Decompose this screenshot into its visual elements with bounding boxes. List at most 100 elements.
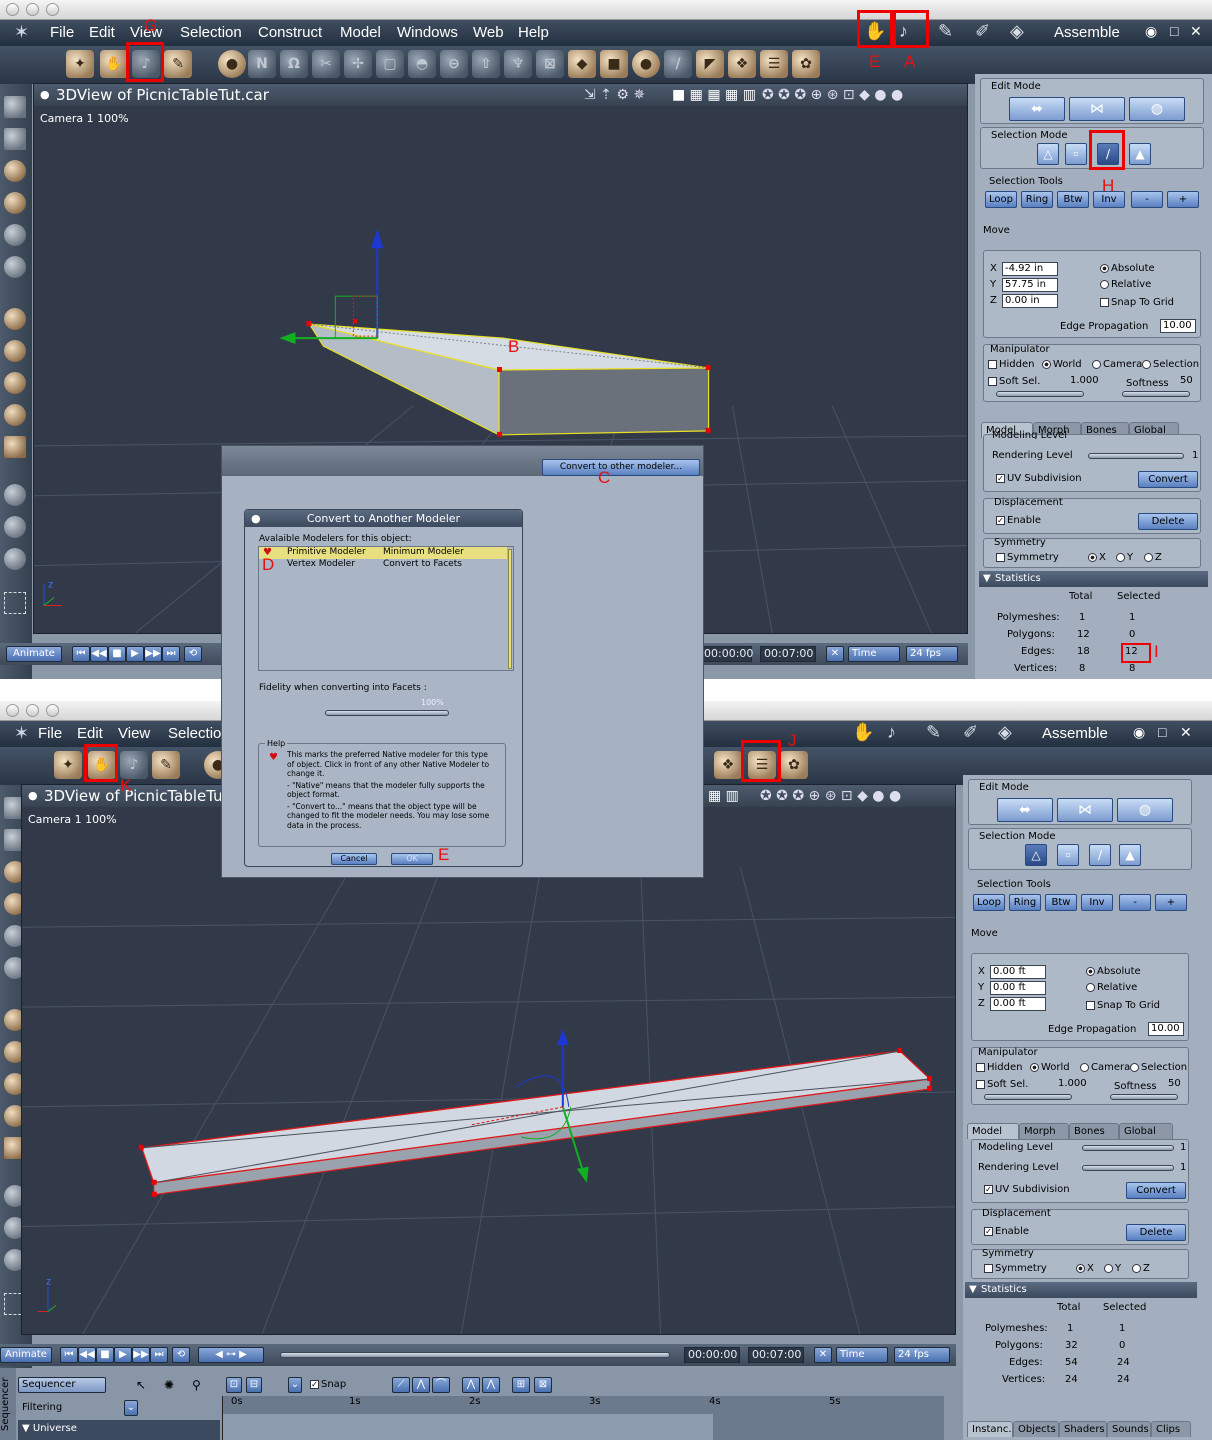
edit-mode-object-icon[interactable]: ⬌ [1009, 97, 1065, 121]
fps-select[interactable]: 24 fps [894, 1347, 950, 1363]
current-time-field[interactable]: 00:00:00 [700, 646, 753, 662]
close-window-dot[interactable] [6, 704, 19, 717]
move-tool-icon[interactable] [4, 308, 26, 330]
menu-web[interactable]: Web [473, 24, 504, 41]
symmetry-x-radio[interactable]: X [1088, 552, 1106, 563]
play-icon[interactable]: ▶ [126, 646, 144, 662]
world-radio[interactable]: World [1030, 1062, 1070, 1073]
lathe-tool-icon[interactable]: ♆ [504, 50, 532, 78]
fidelity-slider[interactable] [325, 710, 449, 716]
hidden-checkbox[interactable]: Hidden [976, 1062, 1022, 1073]
total-time-field[interactable]: 00:07:00 [760, 646, 816, 662]
select-arrow-icon[interactable] [4, 96, 26, 118]
menu-windows[interactable]: Windows [397, 24, 458, 41]
curve-linear-icon[interactable]: ⟋ [392, 1377, 410, 1393]
list-item[interactable]: Vertex Modeler Convert to Facets [259, 559, 507, 571]
room-shader-icon[interactable]: ✎ [926, 722, 941, 743]
sequencer-timeline[interactable]: 0s 1s 2s 3s 4s 5s [222, 1396, 944, 1440]
close-window-dot[interactable] [6, 3, 19, 16]
tab-morph[interactable]: Morph [1019, 1123, 1069, 1139]
x-field[interactable]: 0.00 ft [990, 965, 1046, 979]
hand-tool-icon[interactable]: ✋ [88, 751, 116, 779]
soft-sel-checkbox[interactable]: Soft Sel. [988, 376, 1040, 387]
snap-to-grid-checkbox[interactable]: Snap To Grid [1086, 1000, 1160, 1011]
animate-button[interactable]: Animate [6, 646, 62, 662]
softness-slider[interactable] [1122, 391, 1190, 397]
pen-tool-icon[interactable]: / [664, 50, 692, 78]
library-tool-icon[interactable]: ❖ [714, 751, 742, 779]
select-polygons-icon[interactable]: △ [1037, 143, 1059, 165]
z-field[interactable]: 0.00 ft [990, 997, 1046, 1011]
invert-button[interactable]: Inv [1081, 894, 1113, 911]
soft-sel-slider[interactable] [984, 1094, 1072, 1100]
between-button[interactable]: Btw [1057, 191, 1089, 208]
close-icon[interactable]: ✕ [1180, 724, 1192, 741]
tab-objects[interactable]: Objects [1013, 1421, 1059, 1437]
shader-tool-icon[interactable]: ✎ [152, 751, 180, 779]
modeler-tool-icon[interactable]: ♪ [120, 751, 148, 779]
magnet-tool-icon[interactable]: Ω [280, 50, 308, 78]
timeline-scrubber[interactable] [280, 1352, 670, 1358]
loop-button[interactable]: Loop [985, 191, 1017, 208]
edge-propagation-field[interactable]: 10.00 [1148, 1022, 1184, 1036]
menu-edit[interactable]: Edit [89, 24, 115, 41]
rendering-level-slider[interactable] [1088, 453, 1184, 459]
shader-tool-icon[interactable]: ✎ [164, 50, 192, 78]
displacement-delete-button[interactable]: Delete [1126, 1224, 1186, 1241]
deformer-tool-icon[interactable]: ✿ [792, 50, 820, 78]
stop-icon[interactable]: ■ [108, 646, 126, 662]
list-item[interactable]: ♥ Primitive Modeler Minimum Modeler [259, 547, 507, 559]
room-storyboard-icon[interactable]: ◈ [998, 722, 1012, 743]
play-icon[interactable]: ▶ [114, 1347, 132, 1363]
step-back-icon[interactable]: ◀◀ [78, 1347, 96, 1363]
fit-icon[interactable]: ⊡ [226, 1377, 242, 1393]
key-copy-icon[interactable]: ⊞ [512, 1377, 530, 1393]
statistics-header[interactable]: ▼ Statistics [965, 1282, 1197, 1298]
displacement-enable-checkbox[interactable]: ✓ Enable [996, 515, 1041, 526]
camera-radio[interactable]: Camera [1092, 359, 1142, 370]
between-button[interactable]: Btw [1045, 894, 1077, 911]
relative-radio[interactable]: Relative [1086, 982, 1137, 993]
library-tool-icon[interactable]: ❖ [728, 50, 756, 78]
go-end-icon[interactable]: ⏭ [162, 646, 180, 662]
softness-slider[interactable] [1110, 1094, 1178, 1100]
symmetry-z-radio[interactable]: Z [1132, 1263, 1150, 1274]
z-field[interactable]: 0.00 in [1002, 294, 1058, 308]
loop-icon[interactable]: ⟲ [172, 1347, 190, 1363]
room-assemble-hand-icon[interactable]: ✋ [852, 722, 874, 743]
selection-radio[interactable]: Selection [1142, 359, 1199, 370]
hidden-checkbox[interactable]: Hidden [988, 359, 1034, 370]
eye-icon[interactable]: ◉ [1133, 724, 1145, 741]
filtering-menu-icon[interactable]: ⌄ [124, 1400, 138, 1416]
box-tool-icon[interactable] [4, 436, 26, 458]
tab-model[interactable]: Model [967, 1123, 1019, 1139]
viewport-menu-dot-icon[interactable]: ● [40, 84, 50, 106]
soft-sel-checkbox[interactable]: Soft Sel. [976, 1079, 1028, 1090]
convert-button[interactable]: Convert [1126, 1182, 1186, 1199]
properties-tool-icon[interactable]: ☰ [760, 50, 788, 78]
magic-wand-tool-icon[interactable]: ✦ [66, 50, 94, 78]
vertex-tool-icon[interactable]: ✢ [344, 50, 372, 78]
chain-tool-icon[interactable] [4, 256, 26, 278]
universal-tool-icon[interactable] [4, 404, 26, 426]
deformer-tool-icon[interactable]: ✿ [780, 751, 808, 779]
keyframe-buttons[interactable]: ◀ ⊶ ▶ [198, 1347, 264, 1363]
box-light-icon[interactable]: ■ [600, 50, 628, 78]
tab-shaders[interactable]: Shaders [1059, 1421, 1107, 1437]
magic-wand-tool-icon[interactable]: ✦ [54, 751, 82, 779]
curve-peak-icon[interactable]: ⋀ [412, 1377, 430, 1393]
symmetry-checkbox[interactable]: Symmetry [984, 1263, 1047, 1274]
absolute-radio[interactable]: Absolute [1086, 966, 1141, 977]
sequencer-zoom-icon[interactable]: ⚲ [192, 1378, 201, 1392]
uv-subdivision-checkbox[interactable]: ✓ UV Subdivision [996, 473, 1082, 484]
list-scrollbar[interactable] [508, 549, 512, 669]
world-radio[interactable]: World [1042, 359, 1082, 370]
link-tool-icon[interactable] [4, 224, 26, 246]
time-mode-select[interactable]: Time [848, 646, 900, 662]
scale-tool-icon[interactable] [4, 372, 26, 394]
sequencer-arrow-icon[interactable]: ↖ [136, 1378, 146, 1392]
camera-tool-icon[interactable]: ◤ [696, 50, 724, 78]
relative-radio[interactable]: Relative [1100, 279, 1151, 290]
sequencer-gear-icon[interactable]: ✺ [164, 1378, 174, 1392]
snap-menu-icon[interactable]: ⌄ [288, 1377, 302, 1393]
